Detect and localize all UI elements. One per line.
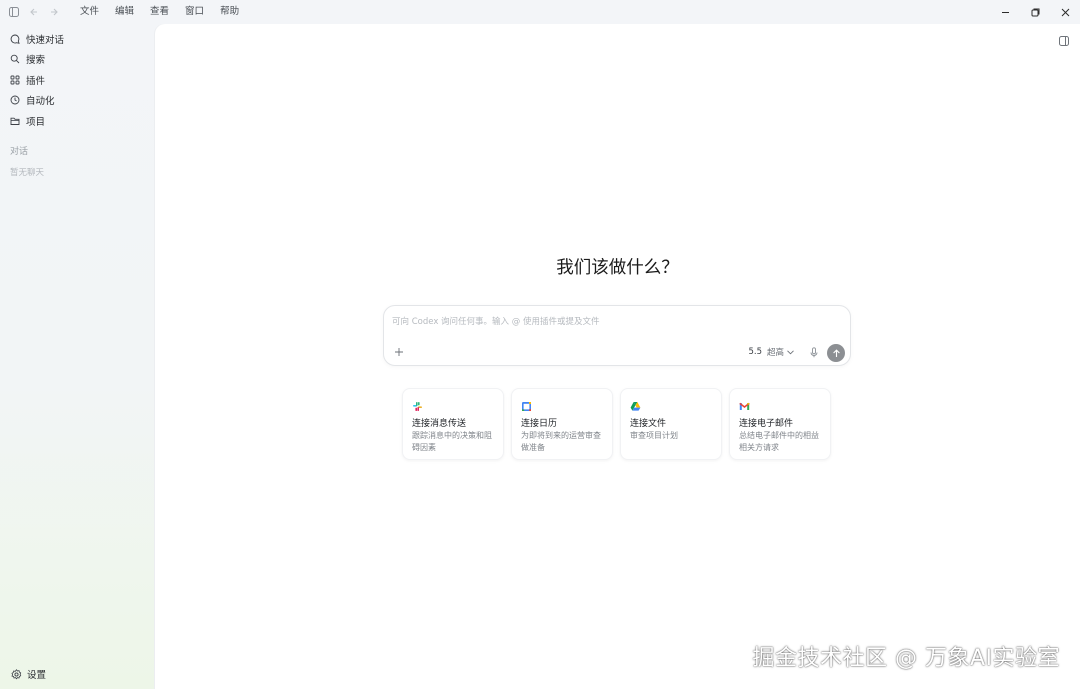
connect-files-card[interactable]: 连接文件 审查项目计划 — [620, 388, 722, 460]
card-title: 连接电子邮件 — [739, 419, 794, 429]
panel-toggle-icon[interactable] — [1058, 32, 1072, 46]
close-icon[interactable] — [1050, 0, 1080, 24]
plugins-grid-icon — [8, 73, 22, 87]
add-attachment-button[interactable] — [392, 345, 406, 359]
window-controls — [990, 0, 1080, 24]
sidebar-item-label: 搜索 — [26, 55, 46, 66]
forward-arrow-icon[interactable] — [44, 0, 64, 24]
model-selector[interactable]: 5.5 超高 — [748, 346, 794, 358]
menu-help[interactable]: 帮助 — [212, 0, 247, 24]
sidebar-item-quick-chat[interactable]: 快速对话 — [8, 30, 64, 48]
clock-icon — [8, 93, 22, 107]
card-description: 为即将到来的运营审查做准备 — [521, 431, 601, 452]
connector-cards: 连接消息传送 跟踪消息中的决策和阻碍因素 连接日历 为即将到来的运营审查做准备 — [402, 388, 838, 460]
card-description: 总结电子邮件中的相益相关方请求 — [739, 431, 819, 452]
minimize-icon[interactable] — [990, 0, 1020, 24]
prompt-input[interactable] — [392, 314, 832, 330]
menu-bar: 文件 编辑 查看 窗口 帮助 — [72, 0, 247, 24]
sidebar-item-plugins[interactable]: 插件 — [8, 71, 45, 89]
gear-icon — [10, 668, 22, 680]
chevron-down-icon — [787, 349, 794, 355]
search-icon — [8, 52, 22, 66]
model-version: 5.5 — [748, 347, 762, 357]
card-description: 跟踪消息中的决策和阻碍因素 — [412, 431, 492, 452]
card-title: 连接日历 — [521, 419, 558, 429]
gmail-icon — [739, 397, 750, 410]
menu-file[interactable]: 文件 — [72, 0, 107, 24]
slack-icon — [412, 397, 423, 411]
no-chats-text: 暂无聊天 — [10, 168, 45, 178]
restore-icon[interactable] — [1020, 0, 1050, 24]
folder-icon — [8, 114, 22, 128]
sidebar-toggle-icon[interactable] — [4, 0, 24, 24]
connect-messaging-card[interactable]: 连接消息传送 跟踪消息中的决策和阻碍因素 — [402, 388, 504, 460]
card-title: 连接消息传送 — [412, 419, 467, 429]
microphone-icon[interactable] — [808, 346, 820, 358]
sidebar-item-label: 插件 — [26, 76, 46, 87]
page-title: 我们该做什么？ — [556, 258, 679, 278]
reasoning-effort: 超高 — [766, 348, 784, 358]
settings-button[interactable]: 设置 — [10, 667, 46, 681]
drive-icon — [630, 397, 641, 411]
main-panel: 我们该做什么？ 5.5 超高 — [155, 24, 1080, 689]
sidebar: 快速对话 搜索 插件 自动化 项目 对话 暂无聊天 — [0, 24, 155, 689]
back-arrow-icon[interactable] — [24, 0, 44, 24]
sidebar-item-label: 自动化 — [26, 96, 55, 107]
composer: 5.5 超高 — [383, 305, 851, 366]
connect-calendar-card[interactable]: 连接日历 为即将到来的运营审查做准备 — [511, 388, 613, 460]
sidebar-item-automation[interactable]: 自动化 — [8, 91, 55, 109]
send-button[interactable] — [827, 344, 845, 362]
chat-bubble-icon — [8, 32, 22, 46]
sidebar-item-search[interactable]: 搜索 — [8, 50, 45, 68]
connect-email-card[interactable]: 连接电子邮件 总结电子邮件中的相益相关方请求 — [729, 388, 831, 460]
plus-icon — [395, 348, 403, 356]
watermark: 掘金技术社区 @ 万象AI实验室 — [752, 646, 1060, 671]
conversations-section-title: 对话 — [10, 147, 29, 157]
sidebar-item-projects[interactable]: 项目 — [8, 112, 45, 130]
menu-window[interactable]: 窗口 — [177, 0, 212, 24]
card-title: 连接文件 — [630, 419, 667, 429]
calendar-icon — [521, 397, 532, 411]
menu-view[interactable]: 查看 — [142, 0, 177, 24]
arrow-up-icon — [832, 348, 840, 357]
settings-label: 设置 — [27, 670, 47, 681]
title-bar: 文件 编辑 查看 窗口 帮助 — [0, 0, 1080, 24]
sidebar-item-label: 快速对话 — [26, 35, 65, 46]
sidebar-item-label: 项目 — [26, 117, 46, 128]
menu-edit[interactable]: 编辑 — [107, 0, 142, 24]
card-description: 审查项目计划 — [630, 431, 678, 440]
